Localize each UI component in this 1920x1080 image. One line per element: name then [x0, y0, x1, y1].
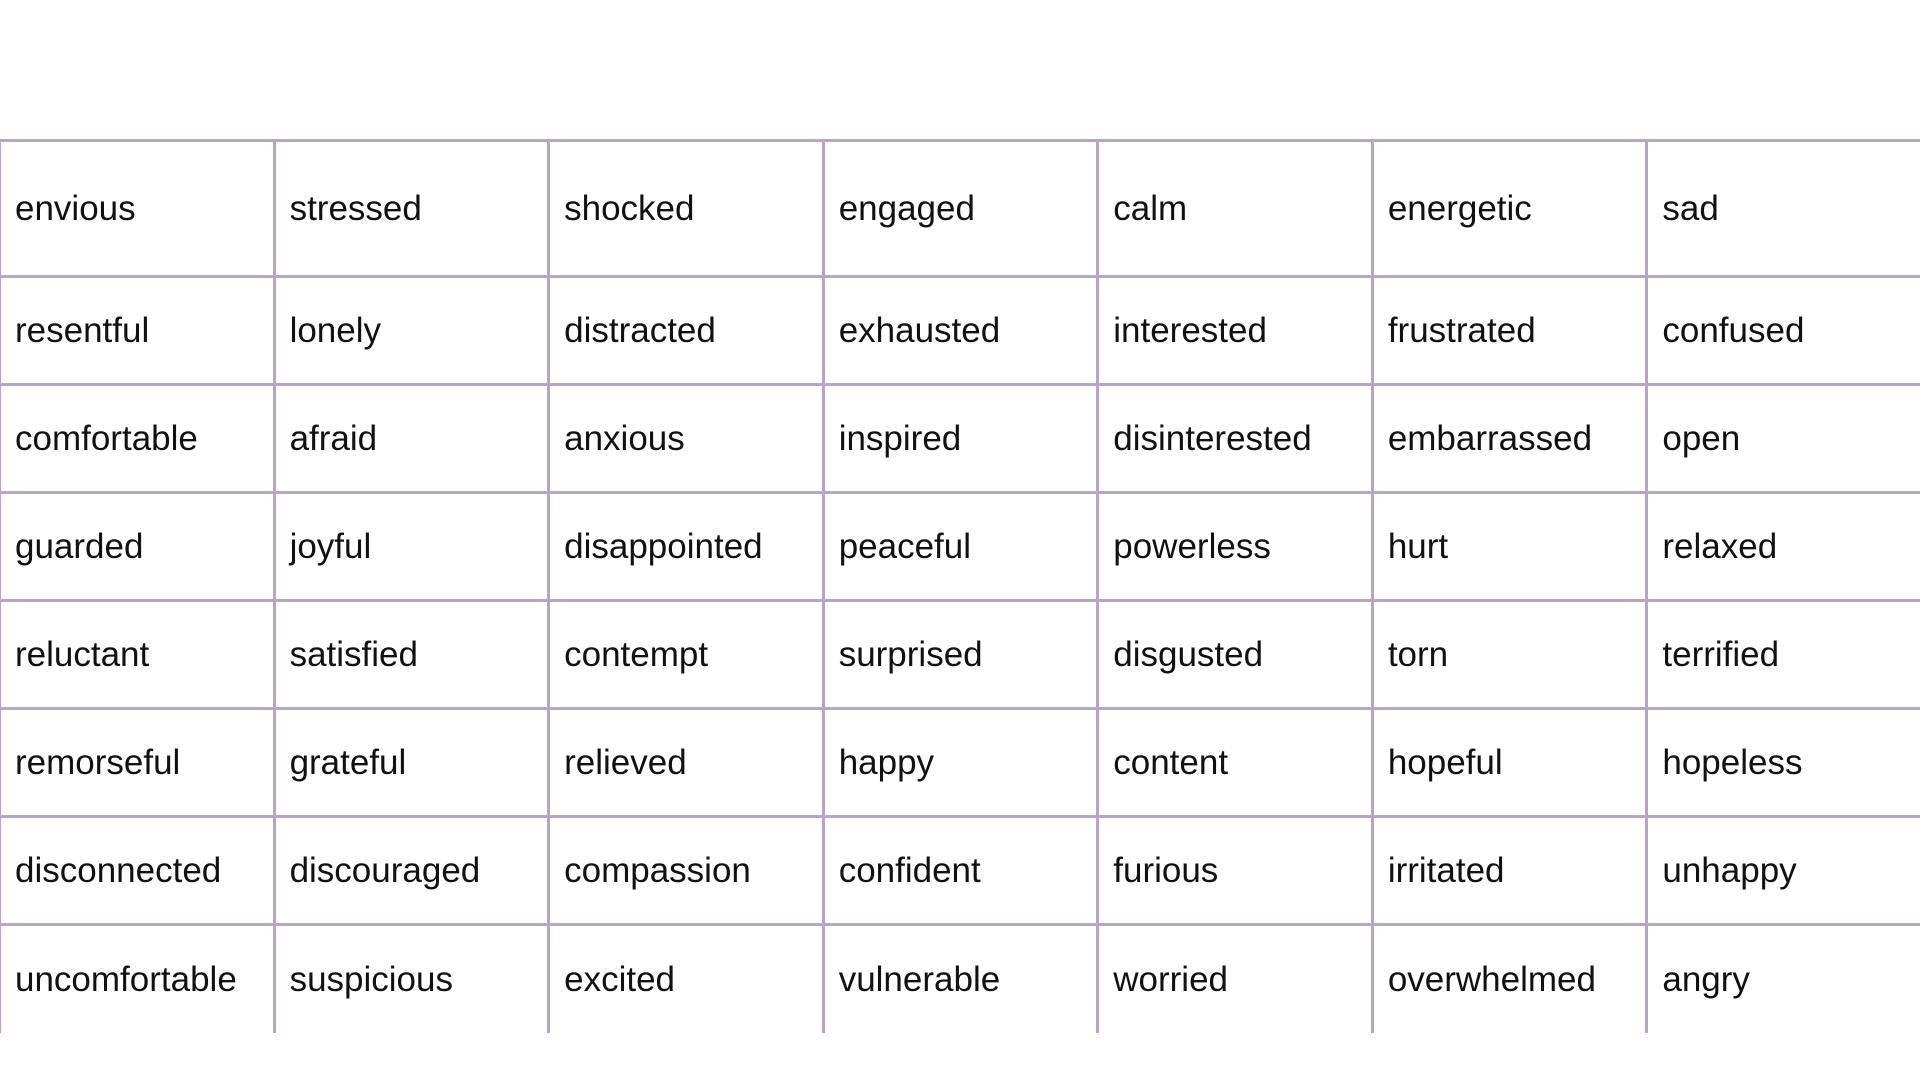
- table-cell: grateful: [272, 707, 551, 818]
- table-cell: happy: [821, 707, 1100, 818]
- table-cell: hopeful: [1370, 707, 1649, 818]
- table-cell: disconnected: [0, 815, 276, 926]
- table-cell: comfortable: [0, 383, 276, 494]
- table-cell: disinterested: [1096, 383, 1374, 494]
- table-cell: relieved: [547, 707, 825, 818]
- table-cell: remorseful: [0, 707, 276, 818]
- table-cell: distracted: [547, 275, 825, 386]
- table-cell: compassion: [547, 815, 825, 926]
- table-row: comfortable afraid anxious inspired disi…: [0, 383, 1920, 494]
- table-cell: frustrated: [1370, 275, 1649, 386]
- table-cell: unhappy: [1645, 815, 1920, 926]
- table-cell: powerless: [1096, 491, 1374, 602]
- table-cell: irritated: [1370, 815, 1649, 926]
- table-cell: hopeless: [1645, 707, 1920, 818]
- table-cell: resentful: [0, 275, 276, 386]
- table-cell: discouraged: [272, 815, 551, 926]
- table-cell: confused: [1645, 275, 1920, 386]
- table-cell: uncomfortable: [0, 923, 276, 1033]
- table-cell: interested: [1096, 275, 1374, 386]
- table-cell: disgusted: [1096, 599, 1374, 710]
- feelings-word-grid: envious stressed shocked engaged calm en…: [0, 139, 1920, 1080]
- table-cell: lonely: [272, 275, 551, 386]
- feelings-table: envious stressed shocked engaged calm en…: [0, 139, 1920, 1033]
- table-cell: satisfied: [272, 599, 551, 710]
- table-cell: torn: [1370, 599, 1649, 710]
- table-cell: inspired: [821, 383, 1100, 494]
- table-cell: embarrassed: [1370, 383, 1649, 494]
- table-cell: reluctant: [0, 599, 276, 710]
- table-cell: engaged: [821, 139, 1100, 278]
- table-cell: shocked: [547, 139, 825, 278]
- table-row: reluctant satisfied contempt surprised d…: [0, 599, 1920, 710]
- table-cell: surprised: [821, 599, 1100, 710]
- table-cell: confident: [821, 815, 1100, 926]
- table-row: resentful lonely distracted exhausted in…: [0, 275, 1920, 386]
- table-cell: contempt: [547, 599, 825, 710]
- table-cell: joyful: [272, 491, 551, 602]
- table-row: disconnected discouraged compassion conf…: [0, 815, 1920, 926]
- table-cell: guarded: [0, 491, 276, 602]
- table-cell: disappointed: [547, 491, 825, 602]
- table-cell: overwhelmed: [1370, 923, 1649, 1033]
- table-row: envious stressed shocked engaged calm en…: [0, 139, 1920, 278]
- table-cell: relaxed: [1645, 491, 1920, 602]
- table-cell: calm: [1096, 139, 1374, 278]
- table-cell: hurt: [1370, 491, 1649, 602]
- table-row: uncomfortable suspicious excited vulnera…: [0, 923, 1920, 1033]
- table-cell: excited: [547, 923, 825, 1033]
- table-cell: afraid: [272, 383, 551, 494]
- table-cell: open: [1645, 383, 1920, 494]
- table-cell: content: [1096, 707, 1374, 818]
- table-cell: sad: [1645, 139, 1920, 278]
- table-cell: vulnerable: [821, 923, 1100, 1033]
- table-row: remorseful grateful relieved happy conte…: [0, 707, 1920, 818]
- table-cell: energetic: [1370, 139, 1649, 278]
- table-cell: anxious: [547, 383, 825, 494]
- table-cell: furious: [1096, 815, 1374, 926]
- table-cell: stressed: [272, 139, 551, 278]
- table-cell: terrified: [1645, 599, 1920, 710]
- table-cell: angry: [1645, 923, 1920, 1033]
- table-cell: worried: [1096, 923, 1374, 1033]
- table-cell: exhausted: [821, 275, 1100, 386]
- table-cell: envious: [0, 139, 276, 278]
- table-row: guarded joyful disappointed peaceful pow…: [0, 491, 1920, 602]
- table-cell: peaceful: [821, 491, 1100, 602]
- table-cell: suspicious: [272, 923, 551, 1033]
